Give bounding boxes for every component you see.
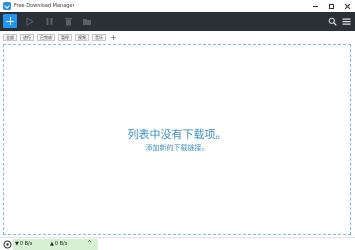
- tab-active[interactable]: 进行: [20, 33, 34, 41]
- status-bar: ▼ 0 B/s ▲ 0 B/s ^: [0, 237, 355, 250]
- tab-completed[interactable]: 已完成: [37, 33, 55, 41]
- empty-list-message: 列表中没有下载项。: [127, 128, 227, 141]
- plus-icon: [6, 17, 14, 25]
- add-new-download-link[interactable]: 添加新的下载链接。: [4, 143, 350, 153]
- filter-tabs: 全部 进行 已完成 暂停 视频 音乐 +: [0, 31, 355, 43]
- window-title: Free Download Manager: [14, 3, 75, 9]
- title-bar: Free Download Manager: [0, 0, 355, 12]
- close-button[interactable]: [339, 0, 355, 12]
- upload-arrow-icon: ▲: [50, 241, 54, 247]
- close-icon: [344, 3, 350, 9]
- menu-icon: [342, 18, 350, 25]
- search-icon: [328, 17, 337, 26]
- add-download-button[interactable]: [3, 14, 17, 28]
- maximize-button[interactable]: [323, 0, 339, 12]
- speed-mode-button[interactable]: [2, 239, 12, 249]
- open-folder-button[interactable]: [80, 14, 94, 28]
- delete-button[interactable]: [61, 14, 75, 28]
- resume-button[interactable]: [23, 14, 37, 28]
- download-arrow-icon: ▼: [15, 241, 19, 247]
- folder-icon: [83, 18, 91, 25]
- app-logo-icon: [3, 2, 11, 10]
- tab-paused[interactable]: 暂停: [58, 33, 72, 41]
- add-tab-button[interactable]: +: [110, 33, 117, 41]
- main-menu-button[interactable]: [339, 14, 353, 28]
- resume-icon: [26, 16, 34, 26]
- tab-music[interactable]: 音乐: [92, 33, 106, 41]
- minimize-button[interactable]: [307, 0, 323, 12]
- search-button[interactable]: [325, 14, 339, 28]
- upload-speed-value: 0 B/s: [54, 241, 68, 247]
- maximize-icon: [328, 3, 334, 9]
- speed-mode-icon: [3, 240, 11, 248]
- pause-icon: [46, 17, 52, 25]
- chevron-up-icon[interactable]: ^: [87, 240, 92, 247]
- minimize-icon: [312, 5, 318, 7]
- tab-video[interactable]: 视频: [75, 33, 89, 41]
- tab-all[interactable]: 全部: [3, 33, 17, 41]
- download-speed: ▼ 0 B/s: [15, 241, 32, 247]
- download-list-drop-area[interactable]: 列表中没有下载项。 添加新的下载链接。: [3, 44, 351, 235]
- download-speed-value: 0 B/s: [19, 241, 33, 247]
- trash-icon: [64, 17, 72, 25]
- pause-button[interactable]: [42, 14, 56, 28]
- upload-speed: ▲ 0 B/s: [50, 241, 67, 247]
- main-toolbar: [0, 12, 355, 31]
